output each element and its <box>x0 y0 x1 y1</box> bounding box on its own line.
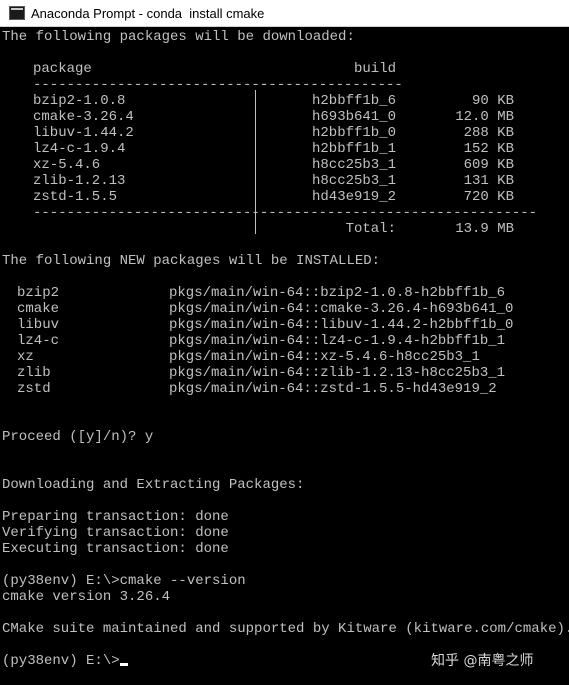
total-label: Total: <box>345 221 396 237</box>
proceed-prompt: Proceed ([y]/n)? y <box>2 429 154 445</box>
package-build: h2bbff1b_0 <box>311 125 396 141</box>
transaction-line: Preparing transaction: done <box>2 509 229 525</box>
package-size: 152 KB <box>463 141 514 157</box>
installed-spec: pkgs/main/win-64::xz-5.4.6-h8cc25b3_1 <box>169 349 480 365</box>
terminal-output[interactable]: The following packages will be downloade… <box>2 29 569 683</box>
command-prompt[interactable]: (py38env) E:\> <box>2 653 128 669</box>
installed-row: bzip2 pkgs/main/win-64::bzip2-1.0.8-h2bbf… <box>2 285 567 301</box>
terminal-window: Anaconda Prompt - conda install cmake Th… <box>0 0 569 685</box>
download-row: bzip2-1.0.8 h2bbff1b_6 90 KB <box>2 93 567 109</box>
maintained-line: CMake suite maintained and supported by … <box>2 621 569 637</box>
total-row: Total: 13.9 MB <box>2 221 567 237</box>
header-dashes-right: ----------------- <box>260 77 403 93</box>
download-row: lz4-c-1.9.4 h2bbff1b_1 152 KB <box>2 141 567 157</box>
header-package: package <box>33 61 92 77</box>
header-dashes-left: ---------------------------- <box>33 77 269 93</box>
total-value: 13.9 MB <box>455 221 514 237</box>
package-name: zstd-1.5.5 <box>33 189 118 205</box>
installed-spec: pkgs/main/win-64::bzip2-1.0.8-h2bbff1b_6 <box>169 285 506 301</box>
installed-spec: pkgs/main/win-64::libuv-1.44.2-h2bbff1b_… <box>169 317 514 333</box>
installed-spec: pkgs/main/win-64::cmake-3.26.4-h693b641_… <box>169 301 514 317</box>
window-title: Anaconda Prompt - conda install cmake <box>31 6 265 21</box>
installed-spec: pkgs/main/win-64::zlib-1.2.13-h8cc25b3_1 <box>169 365 506 381</box>
package-build: h693b641_0 <box>311 109 396 125</box>
package-name: lz4-c-1.9.4 <box>33 141 126 157</box>
download-row: zstd-1.5.5 hd43e919_2 720 KB <box>2 189 567 205</box>
download-intro: The following packages will be downloade… <box>2 29 355 45</box>
package-build: h2bbff1b_6 <box>311 93 396 109</box>
prompt-text: (py38env) E:\> <box>2 653 120 669</box>
total-separator: ----------------------------------------… <box>33 205 538 221</box>
transaction-line: Verifying transaction: done <box>2 525 229 541</box>
download-row: zlib-1.2.13 h8cc25b3_1 131 KB <box>2 173 567 189</box>
installed-name: libuv <box>17 317 60 333</box>
header-build: build <box>353 61 396 77</box>
package-build: h8cc25b3_1 <box>311 157 396 173</box>
package-size: 609 KB <box>463 157 514 173</box>
download-row: cmake-3.26.4 h693b641_0 12.0 MB <box>2 109 567 125</box>
transaction-line: Executing transaction: done <box>2 541 229 557</box>
header-underline-row: ---------------------------- -----------… <box>2 77 567 93</box>
version-output: cmake version 3.26.4 <box>2 589 171 605</box>
package-build: hd43e919_2 <box>311 189 396 205</box>
installed-row: cmake pkgs/main/win-64::cmake-3.26.4-h693… <box>2 301 567 317</box>
console-app-icon <box>9 6 25 20</box>
package-build: h8cc25b3_1 <box>311 173 396 189</box>
installed-intro: The following NEW packages will be INSTA… <box>2 253 381 269</box>
package-size: 131 KB <box>463 173 514 189</box>
installed-row: lz4-c pkgs/main/win-64::lz4-c-1.9.4-h2bbf… <box>2 333 567 349</box>
installed-spec: pkgs/main/win-64::lz4-c-1.9.4-h2bbff1b_1 <box>169 333 506 349</box>
downloading-line: Downloading and Extracting Packages: <box>2 477 305 493</box>
command-line: (py38env) E:\>cmake --version <box>2 573 246 589</box>
package-name: xz-5.4.6 <box>33 157 101 173</box>
text-cursor <box>119 663 128 666</box>
installed-name: zstd <box>17 381 51 397</box>
package-size: 288 KB <box>463 125 514 141</box>
package-name: zlib-1.2.13 <box>33 173 126 189</box>
package-name: bzip2-1.0.8 <box>33 93 126 109</box>
installed-name: bzip2 <box>17 285 60 301</box>
package-size: 720 KB <box>463 189 514 205</box>
package-name: cmake-3.26.4 <box>33 109 134 125</box>
installed-row: xz pkgs/main/win-64::xz-5.4.6-h8cc25b3_1 <box>2 349 567 365</box>
installed-name: zlib <box>17 365 51 381</box>
watermark: 知乎 @南粤之师 <box>431 653 534 669</box>
package-size: 12.0 MB <box>455 109 514 125</box>
package-build: h2bbff1b_1 <box>311 141 396 157</box>
download-row: libuv-1.44.2 h2bbff1b_0 288 KB <box>2 125 567 141</box>
download-row: xz-5.4.6 h8cc25b3_1 609 KB <box>2 157 567 173</box>
installed-name: lz4-c <box>17 333 60 349</box>
total-separator-row: ----------------------------------------… <box>2 205 537 221</box>
package-size: 90 KB <box>471 93 514 109</box>
title-bar[interactable]: Anaconda Prompt - conda install cmake <box>0 0 569 27</box>
installed-name: cmake <box>17 301 60 317</box>
installed-row: zlib pkgs/main/win-64::zlib-1.2.13-h8cc25… <box>2 365 567 381</box>
installed-row: zstd pkgs/main/win-64::zstd-1.5.5-hd43e91… <box>2 381 567 397</box>
download-header-row: package build <box>2 61 567 77</box>
installed-name: xz <box>17 349 34 365</box>
installed-row: libuv pkgs/main/win-64::libuv-1.44.2-h2bb… <box>2 317 567 333</box>
installed-spec: pkgs/main/win-64::zstd-1.5.5-hd43e919_2 <box>169 381 497 397</box>
package-name: libuv-1.44.2 <box>33 125 134 141</box>
